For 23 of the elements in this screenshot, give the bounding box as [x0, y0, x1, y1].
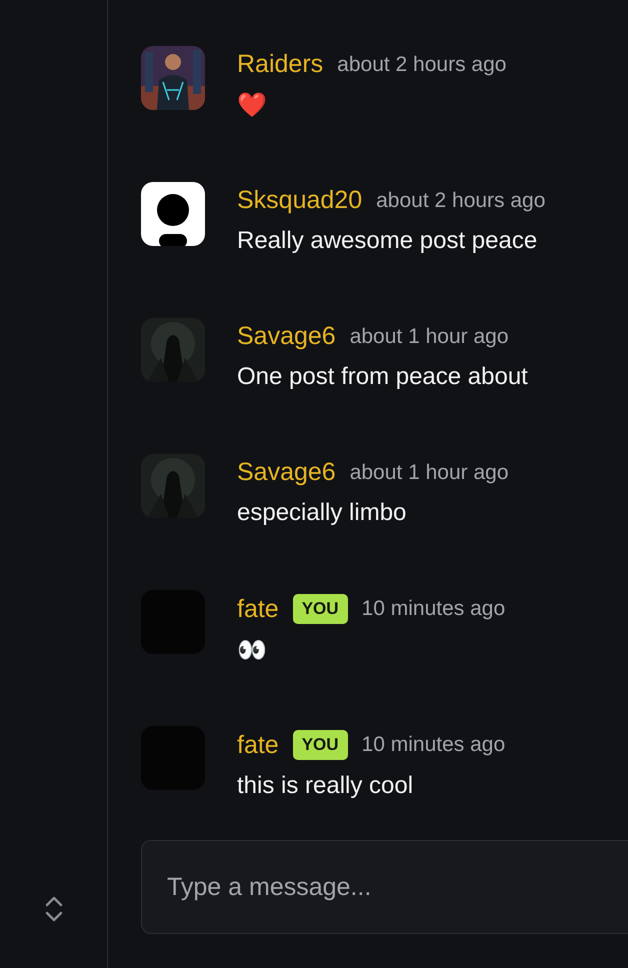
message-text: ❤ [237, 91, 268, 120]
you-badge: YOU [292, 730, 348, 760]
message-text: Really awesome post peace [237, 227, 538, 255]
message-text: this is really cool [237, 772, 414, 800]
timestamp: about 1 hour ago [350, 324, 509, 348]
avatar-icon [141, 182, 205, 246]
timestamp: about 2 hours ago [337, 52, 506, 76]
chevron-up-down-icon[interactable] [44, 894, 64, 924]
timestamp: about 1 hour ago [350, 460, 509, 484]
author-name[interactable]: Sksquad20 [237, 186, 362, 215]
message-text: especially limbo [237, 499, 408, 527]
author-name[interactable]: Savage6 [237, 458, 336, 487]
author-name[interactable]: fate [237, 594, 279, 624]
message-input[interactable]: Type a message... [141, 840, 628, 934]
author-name[interactable]: fate [237, 730, 279, 760]
timestamp: 10 minutes ago [362, 733, 506, 757]
author-name[interactable]: Savage6 [237, 322, 336, 351]
timestamp: about 2 hours ago [376, 188, 546, 212]
author-name[interactable]: Raiders [237, 50, 324, 79]
message-text: 👀 [237, 636, 268, 665]
timestamp: 10 minutes ago [362, 597, 506, 621]
you-badge: YOU [292, 594, 348, 624]
message-text: One post from peace about [237, 363, 528, 391]
